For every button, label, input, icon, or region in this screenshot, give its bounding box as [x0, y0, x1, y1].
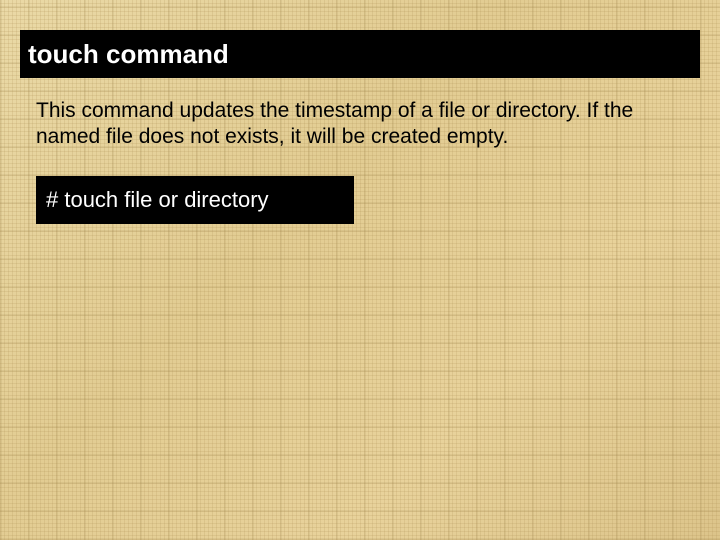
slide-title: touch command	[20, 30, 700, 78]
slide-description: This command updates the timestamp of a …	[36, 98, 686, 151]
slide: touch command This command updates the t…	[0, 0, 720, 540]
code-example: # touch file or directory	[36, 176, 354, 224]
